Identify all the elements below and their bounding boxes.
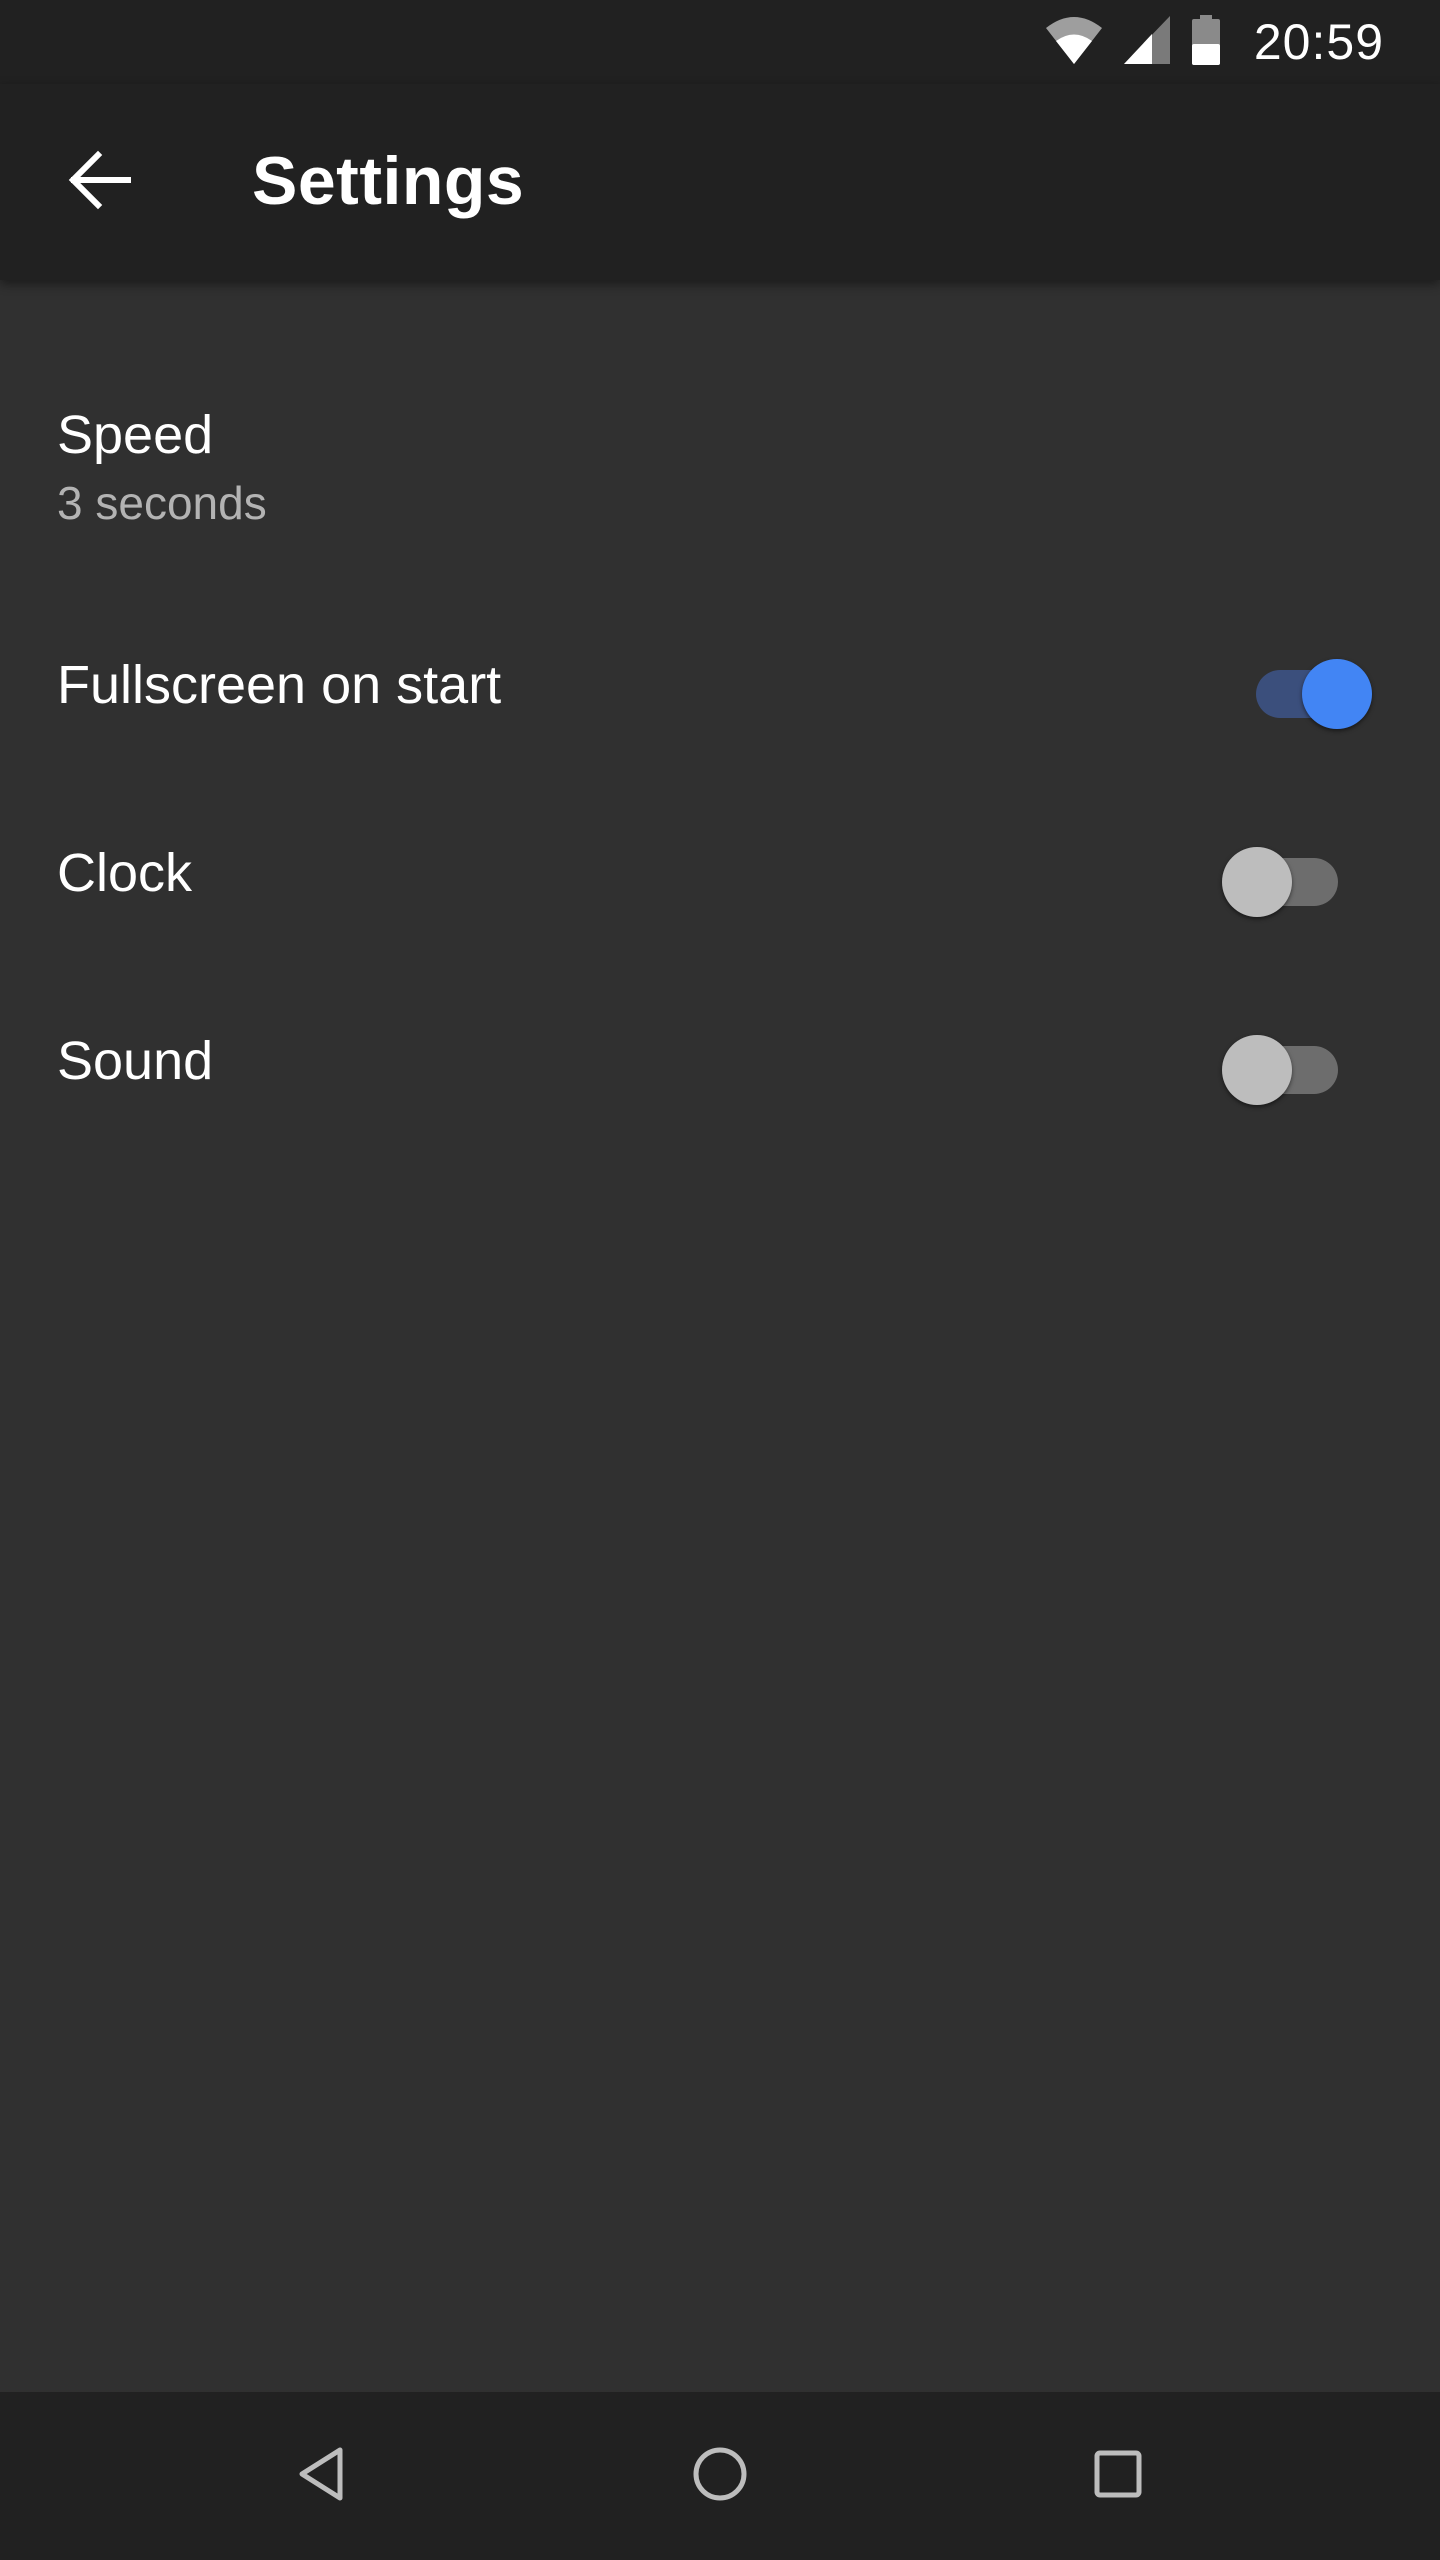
navigation-bar [0,2392,1440,2560]
switch-thumb [1302,659,1372,729]
nav-recents-icon [1088,2444,1148,2509]
clock-switch[interactable] [1222,847,1346,917]
cellular-signal-icon [1122,14,1172,71]
status-icons: 20:59 [1044,10,1384,74]
status-time: 20:59 [1253,14,1384,70]
nav-recents-button[interactable] [1068,2426,1168,2526]
setting-speed-title: Speed [57,405,214,465]
battery-icon [1190,14,1222,71]
setting-fullscreen-on-start-title: Fullscreen on start [57,655,502,715]
setting-sound-title: Sound [57,1031,214,1091]
wifi-icon [1044,14,1104,71]
settings-list: Speed 3 seconds Fullscreen on start Cloc… [0,348,1440,1164]
app-bar: Settings [0,84,1440,280]
nav-home-button[interactable] [670,2426,770,2526]
setting-speed[interactable]: Speed 3 seconds [0,348,1440,600]
setting-fullscreen-on-start[interactable]: Fullscreen on start [0,600,1440,788]
nav-back-icon [292,2444,352,2509]
arrow-back-icon [68,150,132,215]
switch-thumb [1222,1035,1292,1105]
setting-clock[interactable]: Clock [0,788,1440,976]
status-bar: 20:59 [0,0,1440,84]
setting-speed-summary: 3 seconds [57,477,267,529]
setting-clock-title: Clock [57,843,193,903]
settings-screen: 20:59 Settings Speed 3 seconds Fullscree… [0,0,1440,2560]
switch-thumb [1222,847,1292,917]
back-button[interactable] [44,126,156,238]
nav-back-button[interactable] [272,2426,372,2526]
sound-switch[interactable] [1222,1035,1346,1105]
fullscreen-on-start-switch[interactable] [1248,659,1372,729]
page-title: Settings [252,143,525,219]
setting-sound[interactable]: Sound [0,976,1440,1164]
nav-home-icon [690,2444,750,2509]
